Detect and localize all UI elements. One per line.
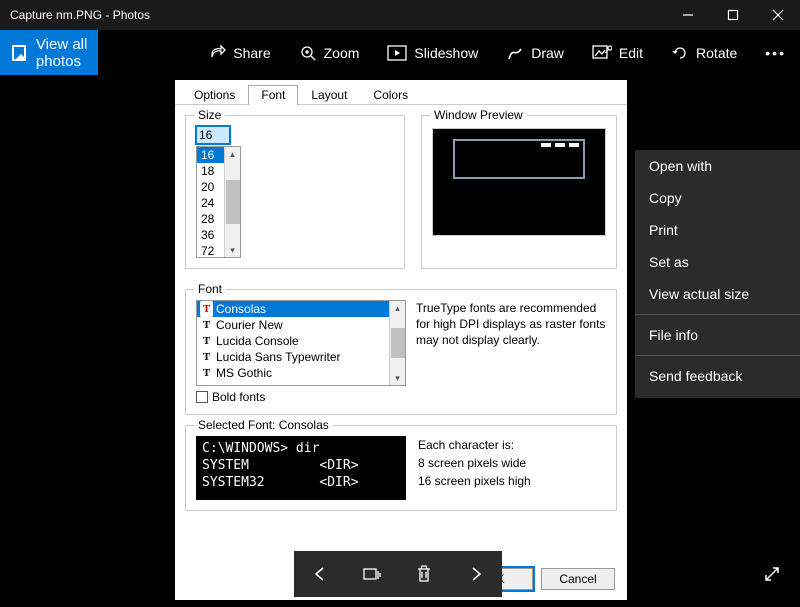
menu-set-as[interactable]: Set as [635, 246, 800, 278]
zoom-label: Zoom [324, 45, 360, 61]
slideshow-button[interactable]: Slideshow [373, 30, 492, 75]
menu-send-feedback[interactable]: Send feedback [635, 360, 800, 392]
minimize-button[interactable] [665, 0, 710, 30]
collection-button[interactable] [352, 554, 392, 594]
previous-button[interactable] [300, 554, 340, 594]
window-preview [432, 128, 606, 236]
checkbox-icon [196, 391, 208, 403]
font-dialog: Options Font Layout Colors Size 16 18 20… [175, 80, 627, 600]
slideshow-icon [387, 45, 407, 61]
rotate-icon [671, 44, 689, 62]
truetype-icon: T [200, 349, 213, 365]
font-hint: TrueType fonts are recommended for high … [416, 300, 606, 404]
font-item[interactable]: TConsolas [197, 301, 405, 317]
font-item[interactable]: TLucida Sans Typewriter [197, 349, 405, 365]
toolbar: View all photos Share Zoom Slideshow Dra… [0, 30, 800, 75]
menu-view-actual-size[interactable]: View actual size [635, 278, 800, 310]
selected-font-group: Selected Font: Consolas C:\WINDOWS> dir … [185, 425, 617, 511]
slideshow-label: Slideshow [414, 45, 478, 61]
font-label: Font [194, 282, 226, 296]
share-button[interactable]: Share [194, 30, 284, 75]
menu-copy[interactable]: Copy [635, 182, 800, 214]
content-area: Options Font Layout Colors Size 16 18 20… [0, 75, 800, 607]
font-item[interactable]: TLucida Console [197, 333, 405, 349]
bold-fonts-checkbox[interactable]: Bold fonts [196, 390, 406, 404]
font-scrollbar[interactable]: ▴▾ [389, 301, 405, 385]
window-title: Capture nm.PNG - Photos [10, 8, 665, 22]
more-button[interactable]: ••• [751, 45, 800, 61]
scroll-thumb[interactable] [226, 180, 240, 224]
menu-file-info[interactable]: File info [635, 319, 800, 351]
truetype-icon: T [200, 301, 213, 317]
draw-label: Draw [531, 45, 564, 61]
size-input[interactable] [196, 126, 230, 144]
next-button[interactable] [456, 554, 496, 594]
font-preview-console: C:\WINDOWS> dir SYSTEM <DIR> SYSTEM32 <D… [196, 436, 406, 500]
delete-button[interactable] [404, 554, 444, 594]
dialog-tabs: Options Font Layout Colors [175, 80, 627, 105]
tab-colors[interactable]: Colors [360, 85, 421, 105]
close-button[interactable] [755, 0, 800, 30]
share-icon [208, 44, 226, 62]
share-label: Share [233, 45, 270, 61]
rotate-button[interactable]: Rotate [657, 30, 751, 75]
character-info: Each character is: 8 screen pixels wide … [418, 436, 531, 490]
titlebar: Capture nm.PNG - Photos [0, 0, 800, 30]
draw-icon [506, 44, 524, 62]
font-item[interactable]: TCourier New [197, 317, 405, 333]
edit-icon [592, 45, 612, 61]
truetype-icon: T [200, 333, 213, 349]
selected-font-label: Selected Font: Consolas [194, 418, 333, 432]
tab-options[interactable]: Options [181, 85, 248, 105]
scroll-thumb[interactable] [391, 328, 405, 358]
scroll-down-icon[interactable]: ▾ [225, 243, 240, 257]
size-label: Size [194, 108, 225, 122]
cancel-button[interactable]: Cancel [541, 568, 615, 590]
scroll-up-icon[interactable]: ▴ [225, 147, 240, 161]
menu-print[interactable]: Print [635, 214, 800, 246]
bold-fonts-label: Bold fonts [212, 390, 265, 404]
edit-label: Edit [619, 45, 643, 61]
font-list[interactable]: TConsolas TCourier New TLucida Console T… [196, 300, 406, 386]
view-all-photos-button[interactable]: View all photos [0, 30, 98, 75]
truetype-icon: T [200, 365, 213, 381]
preview-group: Window Preview [421, 115, 617, 269]
size-scrollbar[interactable]: ▴▾ [224, 147, 240, 257]
tab-layout[interactable]: Layout [298, 85, 360, 105]
menu-open-with[interactable]: Open with [635, 150, 800, 182]
tab-font[interactable]: Font [248, 85, 298, 105]
font-item[interactable]: TMS Gothic [197, 365, 405, 381]
size-group: Size 16 18 20 24 28 36 72 ▴▾ [185, 115, 405, 269]
draw-button[interactable]: Draw [492, 30, 578, 75]
view-all-label: View all photos [36, 36, 98, 70]
zoom-icon [299, 44, 317, 62]
bottom-toolbar [294, 551, 502, 597]
context-menu: Open with Copy Print Set as View actual … [635, 150, 800, 398]
zoom-button[interactable]: Zoom [285, 30, 374, 75]
maximize-button[interactable] [710, 0, 755, 30]
scroll-down-icon[interactable]: ▾ [390, 371, 405, 385]
truetype-icon: T [200, 317, 213, 333]
fullscreen-button[interactable] [762, 564, 782, 589]
menu-separator [635, 355, 800, 356]
preview-label: Window Preview [430, 108, 527, 122]
photo-icon [12, 45, 26, 61]
size-list[interactable]: 16 18 20 24 28 36 72 ▴▾ [196, 146, 241, 258]
rotate-label: Rotate [696, 45, 737, 61]
edit-button[interactable]: Edit [578, 30, 657, 75]
menu-separator [635, 314, 800, 315]
scroll-up-icon[interactable]: ▴ [390, 301, 405, 315]
font-group: Font TConsolas TCourier New TLucida Cons… [185, 289, 617, 415]
